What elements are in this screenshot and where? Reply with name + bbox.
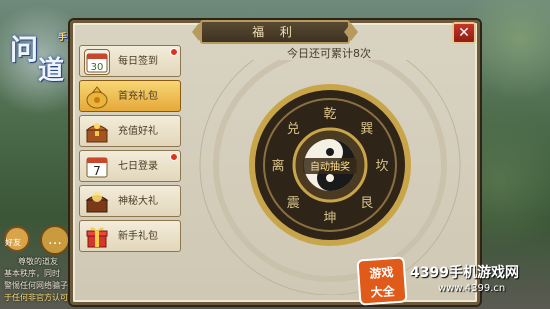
chat-bubble-button[interactable]: …: [40, 225, 70, 255]
treasure-chest-icon: [84, 119, 110, 145]
sidebar-item-seven-day-login[interactable]: 7 七日登录: [79, 150, 181, 182]
notification-dot: [170, 48, 178, 56]
site-watermark-badge: 游戏 大全: [356, 256, 408, 306]
logo-char-1: 问: [10, 33, 39, 66]
trigram-label: 巽: [360, 122, 373, 137]
sidebar-menu: 30 每日签到 首充礼包 充值好礼 7 七日登录 神秘大礼 新手礼包: [79, 37, 185, 305]
trigram-label: 离: [271, 158, 284, 174]
gift-box-icon: [84, 224, 110, 250]
chat-line: 尊敬的道友: [18, 257, 58, 266]
watermark-badge-bottom: 大全: [370, 284, 396, 300]
calendar-30-number: 30: [91, 62, 104, 73]
trigram-label: 坤: [323, 211, 336, 226]
game-logo: 问 道 手游: [8, 24, 78, 90]
watermark-title: 4399手机游戏网: [410, 265, 519, 281]
watermark-badge-top: 游戏: [368, 265, 394, 281]
sidebar-item-first-recharge[interactable]: 首充礼包: [79, 80, 181, 112]
chat-line: 警惕任何网络骗子: [4, 281, 68, 290]
close-button[interactable]: ✕: [452, 22, 476, 44]
trigram-label: 兑: [287, 122, 300, 137]
logo-char-2: 道: [38, 56, 65, 86]
chat-line: 基本秩序，同时: [4, 269, 60, 278]
bagua-wheel: 乾巽坎艮坤 震 离 兑 自动抽奖: [199, 60, 461, 295]
trigram-label: 坎: [375, 159, 388, 174]
calendar-7-icon: 7: [84, 154, 110, 180]
panel-title: 福 利: [200, 20, 350, 44]
trigram-label: 震: [287, 196, 300, 211]
sidebar-item-recharge-gift[interactable]: 充值好礼: [79, 115, 181, 147]
sidebar-item-label: 神秘大礼: [118, 196, 158, 207]
calendar-7-number: 7: [93, 164, 101, 178]
sidebar-item-label: 充值好礼: [118, 126, 158, 137]
sidebar-item-label: 每日签到: [118, 56, 158, 67]
trigram-label: 乾: [323, 107, 336, 122]
sidebar-item-newbie-gift[interactable]: 新手礼包: [79, 220, 181, 252]
auto-draw-button[interactable]: 自动抽奖: [310, 160, 350, 173]
sidebar-item-mystery-gift[interactable]: 神秘大礼: [79, 185, 181, 217]
mystery-chest-icon: [84, 189, 110, 215]
sidebar-item-daily-signin[interactable]: 30 每日签到: [79, 45, 181, 77]
trigram-label: 艮: [360, 196, 373, 211]
sidebar-item-label: 首充礼包: [118, 91, 158, 102]
draw-count-text: 今日还可累计8次: [287, 47, 371, 60]
calendar-30-icon: 30: [84, 49, 110, 75]
money-bag-icon: [84, 84, 110, 110]
watermark-url: www.4399.cn: [438, 283, 506, 294]
sidebar-item-label: 新手礼包: [118, 231, 158, 242]
friends-label: 好友: [5, 238, 21, 247]
sidebar-item-label: 七日登录: [118, 161, 158, 172]
notification-dot: [170, 153, 178, 161]
